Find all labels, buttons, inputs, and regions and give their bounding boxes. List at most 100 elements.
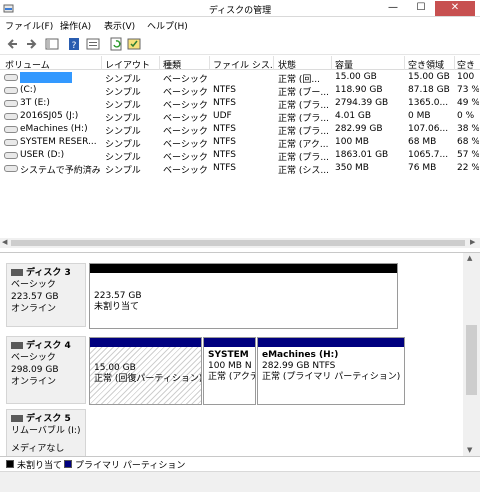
- cell-fs: NTFS: [213, 124, 236, 134]
- cell-status: 正常 (シス...: [278, 166, 329, 176]
- cell-free: 1065.7...: [408, 150, 449, 160]
- close-button[interactable]: ✕: [435, 1, 475, 16]
- cell-free: 76 MB: [408, 163, 437, 173]
- menu-action[interactable]: 操作(A): [60, 19, 91, 32]
- show-pane-icon[interactable]: [45, 37, 60, 51]
- primary-bar: [90, 338, 201, 347]
- column-header-layout[interactable]: レイアウト: [105, 58, 150, 71]
- volume-icon: [4, 152, 18, 159]
- cell-pct: 22 %: [457, 163, 479, 173]
- cell-pct: 73 %: [457, 85, 479, 95]
- forward-arrow-icon[interactable]: [23, 37, 38, 51]
- column-header-filesystem[interactable]: ファイル シス...: [213, 58, 273, 71]
- disk-4-partition-recovery[interactable]: 15.00 GB 正常 (回復パーティション): [89, 337, 202, 405]
- status-bar: [0, 471, 480, 492]
- legend-unallocated-label: 未割り当て: [17, 461, 63, 471]
- disk-4-state: オンライン: [11, 377, 57, 387]
- column-header-status[interactable]: 状態: [278, 58, 296, 71]
- cell-free: 68 MB: [408, 137, 437, 147]
- minimize-button[interactable]: —: [380, 1, 406, 16]
- table-row[interactable]: 3T (E:) シンプル ベーシック NTFS 正常 (プラ... 2794.39 GB 1…: [0, 97, 480, 111]
- volume-icon: [4, 139, 18, 146]
- disk-4-kind: ベーシック: [11, 353, 56, 363]
- maximize-button[interactable]: ☐: [408, 1, 434, 16]
- scroll-right-icon[interactable]: ▶: [470, 238, 475, 246]
- table-row[interactable]: (C:) シンプル ベーシック NTFS 正常 (ブー... 118.90 GB 87.18…: [0, 84, 480, 98]
- disk-5-state: メディアなし: [11, 444, 65, 454]
- disk-3-info[interactable]: ディスク 3 ベーシック 223.57 GB オンライン: [6, 263, 86, 327]
- menu-view[interactable]: 表示(V): [104, 19, 135, 32]
- volume-icon: [4, 113, 18, 120]
- scroll-left-icon[interactable]: ◀: [2, 238, 7, 246]
- disk-icon: [11, 342, 23, 349]
- table-row[interactable]: 2016SJ05 (J:) シンプル ベーシック UDF 正常 (プラ... 4.01 G…: [0, 110, 480, 124]
- selected-volume-highlight[interactable]: [20, 72, 72, 83]
- cell-layout: シンプル: [105, 166, 141, 176]
- table-row[interactable]: シンプル ベーシック 正常 (回... 15.00 GB 15.00 GB 100: [0, 71, 480, 85]
- refresh-icon[interactable]: [109, 37, 124, 51]
- toolbar: ?: [0, 34, 480, 55]
- cell-capacity: 15.00 GB: [335, 72, 377, 82]
- menu-help[interactable]: ヘルプ(H): [147, 19, 188, 32]
- vertical-scroll-thumb[interactable]: [466, 325, 477, 395]
- disk-4-info[interactable]: ディスク 4 ベーシック 298.09 GB オンライン: [6, 336, 86, 404]
- volume-list-header: ボリューム レイアウト 種類 ファイル シス... 状態 容量 空き領域 空き: [0, 56, 480, 71]
- partition-size: 223.57 GB: [94, 291, 142, 301]
- help-icon[interactable]: ?: [67, 37, 82, 51]
- volume-icon: [4, 165, 18, 172]
- partition-status: 未割り当て: [94, 302, 140, 312]
- disk-5-info[interactable]: ディスク 5 リムーバブル (I:) メディアなし: [6, 409, 86, 457]
- cell-capacity: 100 MB: [335, 137, 369, 147]
- disk-3-size: 223.57 GB: [11, 292, 59, 302]
- legend: 未割り当て プライマリ パーティション: [0, 456, 480, 471]
- table-row[interactable]: SYSTEM RESER... シンプル ベーシック NTFS 正常 (アク... 100…: [0, 136, 480, 150]
- primary-bar: [204, 338, 255, 347]
- column-header-free-percent[interactable]: 空き: [457, 58, 475, 71]
- table-row[interactable]: USER (D:) シンプル ベーシック NTFS 正常 (プラ... 1863.01 G…: [0, 149, 480, 163]
- vertical-scrollbar[interactable]: ▲ ▼: [463, 253, 480, 457]
- partition-status: 正常 (プライマリ パーティション): [262, 372, 401, 382]
- disk-3-partition-unallocated[interactable]: 223.57 GB 未割り当て: [89, 263, 398, 329]
- cell-pct: 100: [457, 72, 475, 82]
- table-row[interactable]: eMachines (H:) シンプル ベーシック NTFS 正常 (プラ... 282.…: [0, 123, 480, 137]
- column-header-type[interactable]: 種類: [163, 58, 181, 71]
- partition-title: SYSTEM: [208, 350, 249, 360]
- table-row[interactable]: システムで予約済み シンプル ベーシック NTFS 正常 (シス... 350 MB 76 …: [0, 162, 480, 176]
- disk-4-partition-emachines[interactable]: eMachines (H:) 282.99 GB NTFS 正常 (プライマリ …: [257, 337, 405, 405]
- menu-file[interactable]: ファイル(F): [5, 19, 53, 32]
- volume-icon: [4, 87, 18, 94]
- cell-pct: 49 %: [457, 98, 479, 108]
- column-header-volume[interactable]: ボリューム: [5, 58, 50, 71]
- column-header-free-space[interactable]: 空き領域: [408, 58, 444, 71]
- legend-primary-swatch: [64, 460, 72, 468]
- horizontal-scrollbar[interactable]: ◀ ▶: [0, 238, 480, 248]
- cell-fs: NTFS: [213, 150, 236, 160]
- scroll-down-icon[interactable]: ▼: [467, 446, 472, 454]
- cell-type: ベーシック: [163, 166, 208, 176]
- scroll-up-icon[interactable]: ▲: [467, 254, 472, 262]
- primary-bar: [258, 338, 404, 347]
- cell-fs: NTFS: [213, 137, 236, 147]
- properties-icon[interactable]: [86, 37, 101, 51]
- partition-status: 正常 (アクテ: [208, 372, 256, 382]
- volume-icon: [4, 100, 18, 107]
- cell-free: 87.18 GB: [408, 85, 450, 95]
- horizontal-scroll-thumb[interactable]: [11, 240, 465, 246]
- disk-4-partition-system[interactable]: SYSTEM 100 MB N 正常 (アクテ: [203, 337, 256, 405]
- cell-fs: UDF: [213, 111, 232, 121]
- disk-4-name: ディスク 4: [26, 341, 71, 351]
- svg-text:?: ?: [72, 41, 77, 51]
- disk-5-name: ディスク 5: [26, 414, 71, 424]
- legend-unallocated-swatch: [6, 460, 14, 468]
- settings-check-icon[interactable]: [127, 37, 142, 51]
- cell-capacity: 4.01 GB: [335, 111, 372, 121]
- cell-free: 15.00 GB: [408, 72, 450, 82]
- disk-icon: [11, 269, 23, 276]
- cell-free: 0 MB: [408, 111, 431, 121]
- cell-name: SYSTEM RESER...: [20, 137, 97, 147]
- cell-capacity: 282.99 GB: [335, 124, 383, 134]
- back-arrow-icon[interactable]: [6, 37, 21, 51]
- cell-name: eMachines (H:): [20, 124, 88, 134]
- disk-graph-pane: ディスク 3 ベーシック 223.57 GB オンライン 223.57 GB 未…: [0, 252, 480, 457]
- column-header-capacity[interactable]: 容量: [335, 58, 353, 71]
